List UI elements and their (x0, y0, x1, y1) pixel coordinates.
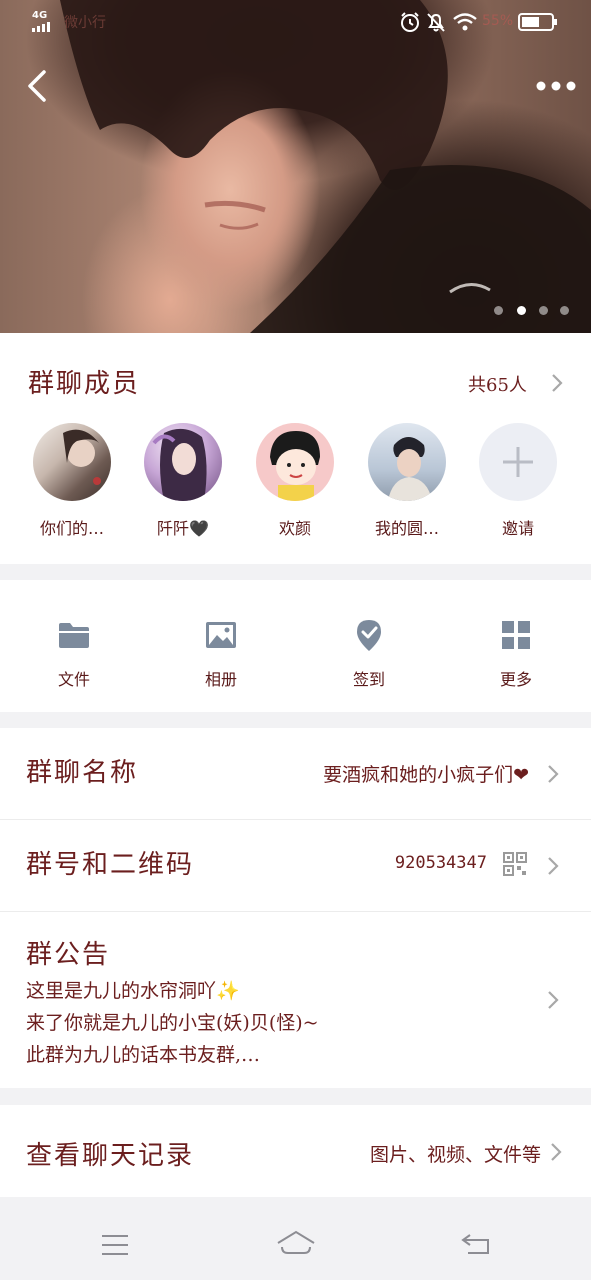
group-notice-row[interactable]: 群公告 这里是九儿的水帘洞吖✨ 来了你就是九儿的小宝(妖)贝(怪)~ 此群为九儿… (0, 912, 591, 1088)
invite-button[interactable]: 邀请 (468, 423, 568, 539)
avatar (33, 423, 111, 501)
qr-code-icon (503, 852, 527, 876)
tool-label: 更多 (499, 670, 532, 689)
chevron-right-icon (548, 765, 559, 783)
tool-checkin[interactable]: 签到 (319, 618, 419, 690)
network-type: 4G (32, 10, 48, 21)
members-count-link[interactable]: 共65人 (440, 361, 580, 401)
status-bar: 4G 微小行 55% (0, 0, 591, 44)
member-item[interactable]: 我的圆… (357, 423, 457, 539)
back-nav-button[interactable] (460, 1231, 492, 1257)
chat-history-label: 查看聊天记录 (26, 1141, 195, 1171)
members-count: 共65人 (468, 375, 527, 396)
invite-label: 邀请 (501, 519, 534, 538)
wifi-icon (453, 13, 477, 31)
group-id-label: 群号和二维码 (26, 850, 195, 880)
avatar (144, 423, 222, 501)
battery-percent: 55% (482, 13, 514, 29)
chevron-right-icon (551, 1143, 562, 1161)
chevron-right-icon (548, 991, 559, 1009)
chevron-right-icon (548, 857, 559, 875)
grid-icon (502, 621, 530, 649)
cover-image (60, 0, 591, 333)
member-item[interactable]: 你们的… (22, 423, 122, 539)
notice-line: 这里是九儿的水帘洞吖✨ (26, 980, 240, 1002)
image-icon (206, 622, 236, 648)
chat-history-row[interactable]: 查看聊天记录 图片、视频、文件等 (0, 1105, 591, 1197)
carousel-dot (539, 306, 548, 315)
members-title: 群聊成员 (28, 369, 141, 399)
avatar (368, 423, 446, 501)
member-name: 我的圆… (374, 519, 439, 538)
notice-line: 来了你就是九儿的小宝(妖)贝(怪)~ (26, 1012, 319, 1034)
system-nav-bar (0, 1197, 591, 1280)
carousel-dot (494, 306, 503, 315)
add-icon (479, 423, 557, 501)
alarm-icon (401, 12, 419, 32)
mute-bell-icon (427, 13, 445, 32)
folder-icon (59, 623, 89, 648)
group-notice-label: 群公告 (26, 940, 111, 970)
carousel-dot-active (517, 306, 526, 315)
member-name: 阡阡🖤 (157, 519, 209, 538)
battery-icon (518, 13, 557, 31)
carousel-indicator (494, 306, 574, 318)
tool-label: 文件 (57, 670, 90, 689)
more-options-button[interactable] (534, 74, 578, 98)
member-name: 你们的… (39, 519, 104, 538)
tool-files[interactable]: 文件 (24, 618, 124, 690)
chat-history-value: 图片、视频、文件等 (369, 1144, 541, 1166)
notice-line: 此群为九儿的话本书友群,… (26, 1044, 261, 1066)
group-name-row[interactable]: 群聊名称 要酒疯和她的小疯子们❤ (0, 728, 591, 819)
home-button[interactable] (276, 1229, 316, 1257)
tool-album[interactable]: 相册 (171, 618, 271, 690)
group-id-value: 920534347 (394, 853, 487, 873)
group-name-label: 群聊名称 (26, 758, 139, 788)
chevron-right-icon (552, 374, 563, 392)
tool-label: 相册 (204, 670, 237, 689)
group-name-value: 要酒疯和她的小疯子们❤ (323, 764, 529, 786)
group-info-section: 群聊名称 要酒疯和她的小疯子们❤ 群号和二维码 920534347 群公告 这里… (0, 728, 591, 1088)
tools-section: 文件 相册 签到 更多 (0, 580, 591, 712)
carousel-dot (560, 306, 569, 315)
members-section: 群聊成员 共65人 你们的… 阡阡🖤 欢颜 我的圆… 邀请 (0, 333, 591, 564)
signal-icon (32, 22, 50, 32)
member-name: 欢颜 (278, 519, 311, 538)
tool-more[interactable]: 更多 (466, 618, 566, 690)
menu-button[interactable] (100, 1233, 130, 1257)
avatar (256, 423, 334, 501)
checkin-icon (357, 620, 381, 651)
back-button[interactable] (24, 66, 52, 106)
carrier-label: 微小行 (64, 15, 106, 31)
member-item[interactable]: 阡阡🖤 (133, 423, 233, 539)
group-cover-photo[interactable]: 4G 微小行 55% (0, 0, 591, 333)
group-id-row[interactable]: 群号和二维码 920534347 (0, 820, 591, 911)
member-item[interactable]: 欢颜 (245, 423, 345, 539)
tool-label: 签到 (352, 670, 385, 689)
